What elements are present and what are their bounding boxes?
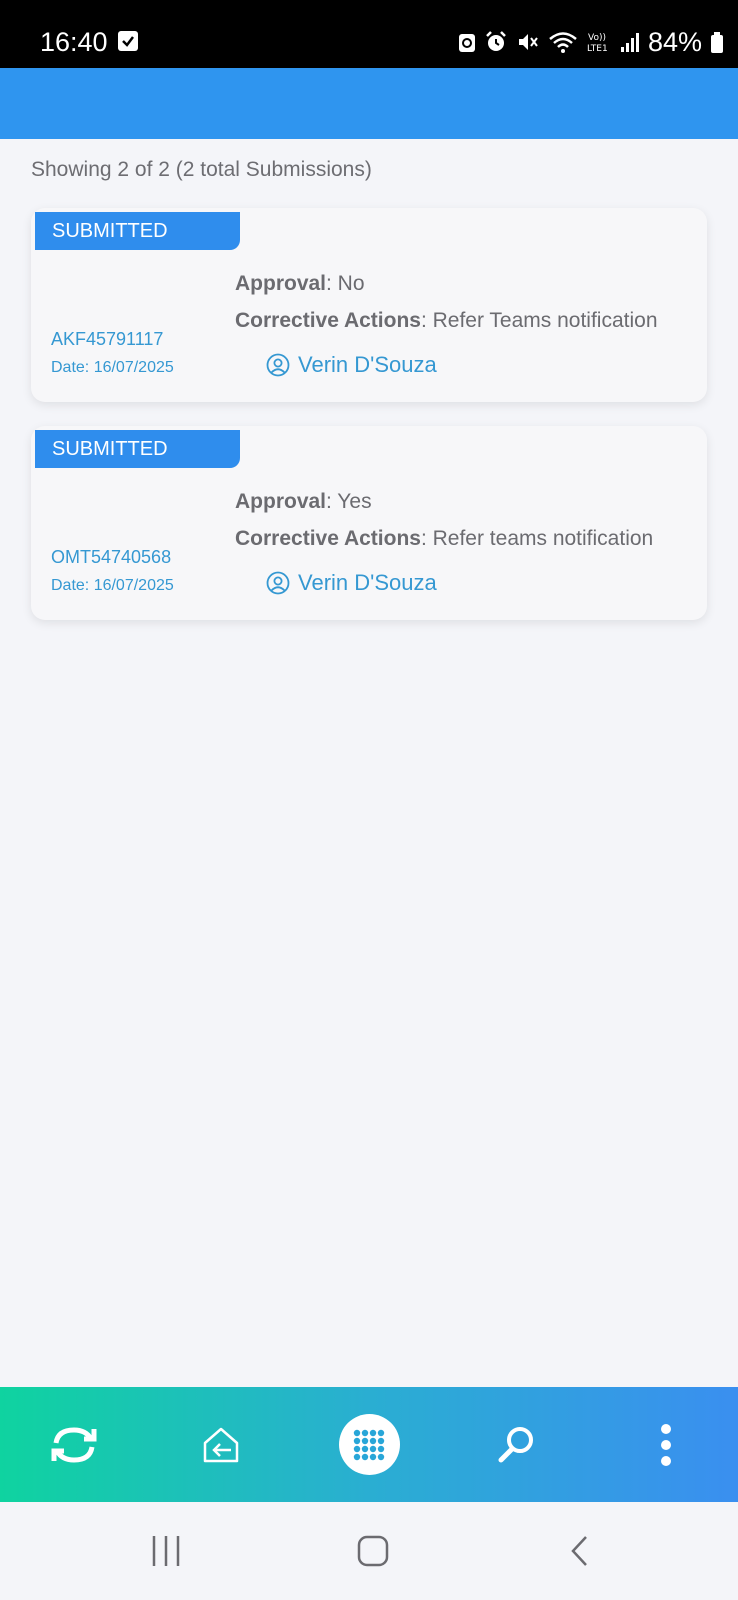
status-bar: 16:40 Vo)) LTE1 84% xyxy=(0,0,738,68)
user-circle-icon xyxy=(266,571,290,595)
wifi-icon xyxy=(549,32,577,53)
battery-icon xyxy=(711,32,723,53)
svg-text:LTE1: LTE1 xyxy=(587,44,608,54)
corrective-actions-row: Corrective Actions: Refer Teams notifica… xyxy=(235,309,701,333)
exit-icon xyxy=(203,1427,239,1462)
corrective-actions-label: Corrective Actions xyxy=(235,527,421,550)
corrective-actions-label: Corrective Actions xyxy=(235,309,421,332)
submitter-name: Verin D'Souza xyxy=(298,570,437,595)
approval-value: : No xyxy=(326,272,365,295)
apps-button[interactable] xyxy=(338,1387,400,1502)
user-circle-icon xyxy=(266,353,290,377)
sync-icon xyxy=(51,1426,97,1463)
check-notification-icon xyxy=(118,31,138,51)
corrective-actions-value: : Refer Teams notification xyxy=(420,309,658,332)
back-icon xyxy=(571,1536,587,1566)
volte-icon: Vo))LTE1 xyxy=(587,33,608,54)
more-options-button[interactable] xyxy=(630,1387,702,1502)
svg-text:Vo)): Vo)) xyxy=(588,33,606,43)
status-badge: SUBMITTED xyxy=(35,212,240,250)
recent-apps-button[interactable] xyxy=(130,1502,202,1600)
home-icon xyxy=(357,1535,389,1567)
recent-apps-icon xyxy=(152,1536,180,1566)
home-button[interactable] xyxy=(337,1502,409,1600)
approval-value: : Yes xyxy=(326,490,372,513)
approval-row: Approval: No xyxy=(235,272,365,296)
apps-grid-icon xyxy=(338,1414,400,1475)
submitter: Verin D'Souza xyxy=(266,570,437,596)
approval-row: Approval: Yes xyxy=(235,490,372,514)
submission-date: Date: 16/07/2025 xyxy=(51,577,174,594)
alarm-icon xyxy=(486,31,506,51)
more-vertical-icon xyxy=(661,1423,671,1466)
submission-id: AKF45791117 xyxy=(51,329,164,349)
sync-button[interactable] xyxy=(38,1387,110,1502)
search-icon xyxy=(498,1426,533,1462)
app-header xyxy=(0,68,738,139)
back-button[interactable] xyxy=(545,1502,617,1600)
status-icons: Vo)) LTE1 84% xyxy=(458,24,724,60)
submission-card[interactable]: SUBMITTED Approval: Yes Corrective Actio… xyxy=(31,426,707,620)
mute-icon xyxy=(518,34,538,50)
corrective-actions-value: : Refer teams notification xyxy=(420,527,654,550)
sync-status-icon xyxy=(458,34,475,52)
status-badge: SUBMITTED xyxy=(35,430,240,468)
submitter: Verin D'Souza xyxy=(266,352,437,378)
submission-id: OMT54740568 xyxy=(51,547,172,567)
signal-icon xyxy=(620,33,639,52)
bottom-nav xyxy=(0,1387,738,1502)
search-button[interactable] xyxy=(480,1387,552,1502)
submission-date: Date: 16/07/2025 xyxy=(51,359,174,376)
status-time: 16:40 xyxy=(40,27,108,57)
results-summary: Showing 2 of 2 (2 total Submissions) xyxy=(31,158,372,181)
system-nav-bar xyxy=(0,1502,738,1600)
exit-button[interactable] xyxy=(185,1387,257,1502)
battery-percent: 84% xyxy=(647,27,702,57)
approval-label: Approval xyxy=(235,490,327,513)
approval-label: Approval xyxy=(235,272,327,295)
submission-card[interactable]: SUBMITTED Approval: No Corrective Action… xyxy=(31,208,707,402)
corrective-actions-row: Corrective Actions: Refer teams notifica… xyxy=(235,527,701,551)
submitter-name: Verin D'Souza xyxy=(298,352,437,377)
